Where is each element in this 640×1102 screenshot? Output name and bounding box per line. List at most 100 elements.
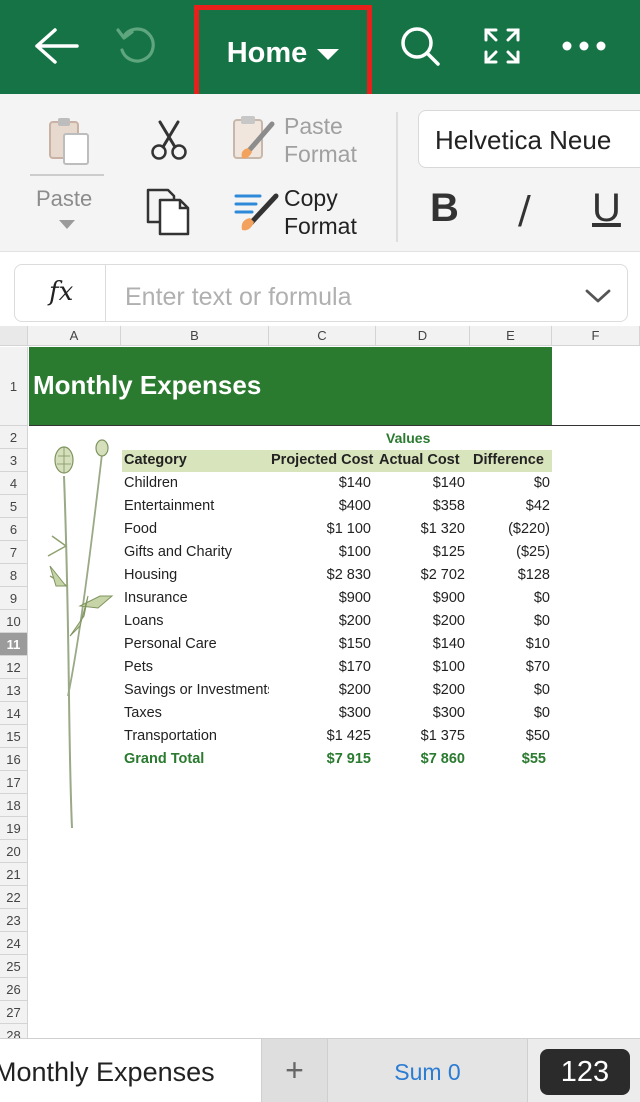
chevron-down-icon[interactable] bbox=[585, 283, 611, 309]
copy-format-icon[interactable] bbox=[234, 190, 282, 237]
copy-format-button[interactable]: Copy Format bbox=[284, 184, 357, 240]
row-header[interactable]: 10 bbox=[0, 610, 28, 633]
category-cell[interactable]: Children bbox=[124, 472, 269, 495]
projected-cost-cell[interactable]: $1 100 bbox=[269, 518, 371, 541]
actual-cost-cell[interactable]: $300 bbox=[376, 702, 465, 725]
actual-cost-cell[interactable]: $1 320 bbox=[376, 518, 465, 541]
grand-total-projected[interactable]: $7 915 bbox=[269, 748, 371, 771]
category-cell[interactable]: Transportation bbox=[124, 725, 269, 748]
actual-cost-cell[interactable]: $2 702 bbox=[376, 564, 465, 587]
row-header[interactable]: 19 bbox=[0, 817, 28, 840]
row-header[interactable]: 5 bbox=[0, 495, 28, 518]
projected-cost-cell[interactable]: $1 425 bbox=[269, 725, 371, 748]
row-header[interactable]: 14 bbox=[0, 702, 28, 725]
italic-button[interactable]: / bbox=[518, 188, 531, 232]
row-header[interactable]: 18 bbox=[0, 794, 28, 817]
more-options-icon[interactable] bbox=[560, 22, 608, 70]
row-header[interactable]: 22 bbox=[0, 886, 28, 909]
category-cell[interactable]: Savings or Investments bbox=[124, 679, 269, 702]
row-header[interactable]: 15 bbox=[0, 725, 28, 748]
row-header[interactable]: 11 bbox=[0, 633, 28, 656]
row-header[interactable]: 3 bbox=[0, 449, 28, 472]
projected-cost-cell[interactable]: $900 bbox=[269, 587, 371, 610]
sum-indicator[interactable]: Sum 0 bbox=[328, 1039, 528, 1102]
difference-cell[interactable]: $50 bbox=[470, 725, 550, 748]
copy-icon[interactable] bbox=[144, 186, 192, 241]
spreadsheet-grid[interactable]: Monthly Expenses Values Category Projecte… bbox=[0, 326, 640, 1038]
numeric-keyboard-button[interactable]: 123 bbox=[540, 1049, 630, 1095]
add-sheet-button[interactable]: + bbox=[262, 1039, 328, 1102]
header-category[interactable]: Category bbox=[124, 449, 264, 472]
difference-cell[interactable]: $0 bbox=[470, 679, 550, 702]
row-header[interactable]: 6 bbox=[0, 518, 28, 541]
actual-cost-cell[interactable]: $100 bbox=[376, 656, 465, 679]
header-actual-cost[interactable]: Actual Cost bbox=[379, 449, 473, 472]
undo-icon[interactable] bbox=[112, 22, 160, 70]
row-header[interactable]: 28 bbox=[0, 1024, 28, 1038]
row-header[interactable]: 2 bbox=[0, 426, 28, 449]
paste-format-icon[interactable] bbox=[232, 114, 278, 169]
difference-cell[interactable]: $42 bbox=[470, 495, 550, 518]
category-cell[interactable]: Insurance bbox=[124, 587, 269, 610]
font-name-selector[interactable]: Helvetica Neue bbox=[418, 110, 640, 168]
header-difference[interactable]: Difference bbox=[473, 449, 553, 472]
category-cell[interactable]: Loans bbox=[124, 610, 269, 633]
row-header[interactable]: 26 bbox=[0, 978, 28, 1001]
difference-cell[interactable]: $10 bbox=[470, 633, 550, 656]
category-cell[interactable]: Housing bbox=[124, 564, 269, 587]
difference-cell[interactable]: $0 bbox=[470, 472, 550, 495]
row-header[interactable]: 9 bbox=[0, 587, 28, 610]
search-icon[interactable] bbox=[396, 22, 444, 70]
category-cell[interactable]: Pets bbox=[124, 656, 269, 679]
sheet-tab-monthly-expenses[interactable]: Monthly Expenses bbox=[0, 1039, 262, 1102]
row-header[interactable]: 12 bbox=[0, 656, 28, 679]
row-header[interactable]: 20 bbox=[0, 840, 28, 863]
row-header[interactable]: 17 bbox=[0, 771, 28, 794]
paste-button[interactable]: Paste bbox=[36, 186, 92, 212]
row-header[interactable]: 7 bbox=[0, 541, 28, 564]
grand-total-difference[interactable]: $55 bbox=[470, 748, 546, 771]
projected-cost-cell[interactable]: $2 830 bbox=[269, 564, 371, 587]
fullscreen-icon[interactable] bbox=[478, 22, 526, 70]
paste-icon[interactable] bbox=[48, 116, 92, 171]
column-header[interactable]: D bbox=[376, 326, 470, 346]
category-cell[interactable]: Gifts and Charity bbox=[124, 541, 269, 564]
projected-cost-cell[interactable]: $200 bbox=[269, 679, 371, 702]
category-cell[interactable]: Entertainment bbox=[124, 495, 269, 518]
grand-total-actual[interactable]: $7 860 bbox=[376, 748, 465, 771]
difference-cell[interactable]: $0 bbox=[470, 702, 550, 725]
paste-options-chevron-icon[interactable] bbox=[59, 220, 75, 229]
select-all-corner[interactable] bbox=[0, 326, 28, 346]
values-header[interactable]: Values bbox=[386, 430, 430, 446]
actual-cost-cell[interactable]: $200 bbox=[376, 679, 465, 702]
projected-cost-cell[interactable]: $170 bbox=[269, 656, 371, 679]
projected-cost-cell[interactable]: $140 bbox=[269, 472, 371, 495]
actual-cost-cell[interactable]: $358 bbox=[376, 495, 465, 518]
projected-cost-cell[interactable]: $100 bbox=[269, 541, 371, 564]
row-header[interactable]: 21 bbox=[0, 863, 28, 886]
difference-cell[interactable]: ($25) bbox=[470, 541, 550, 564]
row-header[interactable]: 25 bbox=[0, 955, 28, 978]
category-cell[interactable]: Taxes bbox=[124, 702, 269, 725]
actual-cost-cell[interactable]: $1 375 bbox=[376, 725, 465, 748]
projected-cost-cell[interactable]: $200 bbox=[269, 610, 371, 633]
header-projected-cost[interactable]: Projected Cost bbox=[271, 449, 381, 472]
category-cell[interactable]: Personal Care bbox=[124, 633, 269, 656]
actual-cost-cell[interactable]: $140 bbox=[376, 633, 465, 656]
projected-cost-cell[interactable]: $150 bbox=[269, 633, 371, 656]
category-cell[interactable]: Food bbox=[124, 518, 269, 541]
sheet-title[interactable]: Monthly Expenses bbox=[33, 370, 261, 401]
column-header[interactable]: A bbox=[28, 326, 121, 346]
difference-cell[interactable]: $0 bbox=[470, 610, 550, 633]
cut-scissors-icon[interactable] bbox=[150, 118, 188, 167]
difference-cell[interactable]: $128 bbox=[470, 564, 550, 587]
row-header[interactable]: 1 bbox=[0, 347, 28, 426]
column-header[interactable]: B bbox=[121, 326, 269, 346]
actual-cost-cell[interactable]: $200 bbox=[376, 610, 465, 633]
underline-button[interactable]: U bbox=[592, 186, 621, 231]
difference-cell[interactable]: $70 bbox=[470, 656, 550, 679]
row-header[interactable]: 8 bbox=[0, 564, 28, 587]
column-header[interactable]: E bbox=[470, 326, 552, 346]
actual-cost-cell[interactable]: $140 bbox=[376, 472, 465, 495]
column-header[interactable]: F bbox=[552, 326, 640, 346]
